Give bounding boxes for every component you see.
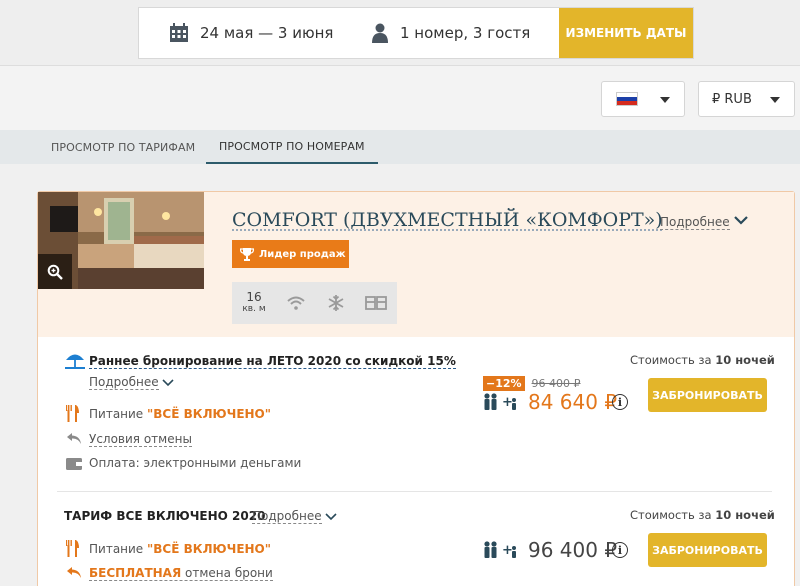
currency-select[interactable]: ₽ RUB <box>698 81 795 117</box>
tab-by-rooms[interactable]: ПРОСМОТР ПО НОМЕРАМ <box>206 130 378 164</box>
info-icon[interactable]: i <box>612 542 628 558</box>
rate-1-more-link[interactable]: Подробнее <box>89 375 159 390</box>
rate-1-book-button[interactable]: ЗАБРОНИРОВАТЬ <box>648 378 767 412</box>
room-photo[interactable] <box>38 192 204 289</box>
fork-knife-icon <box>66 540 79 557</box>
wallet-icon <box>66 458 82 470</box>
rate-1-meal-value: "ВСЁ ВКЛЮЧЕНО" <box>147 407 272 421</box>
room-more-link[interactable]: Подробнее <box>660 215 730 230</box>
rate-1-cancel-link[interactable]: Условия отмены <box>89 432 192 447</box>
rate-2-more-link[interactable]: Подробнее <box>252 509 322 524</box>
calendar-icon <box>170 23 188 42</box>
guests-field[interactable]: 1 номер, 3 гостя <box>371 8 561 58</box>
dates-field[interactable]: 24 мая — 3 июня <box>139 8 371 58</box>
fork-knife-icon <box>66 405 79 422</box>
trophy-icon <box>240 248 254 261</box>
rate-2-cancel-link[interactable]: БЕСПЛАТНАЯ отмена брони <box>89 566 273 581</box>
rate-2-plus: + <box>502 543 513 558</box>
chevron-down-icon <box>770 97 780 103</box>
rate-1-discount-badge: −12% <box>483 376 525 391</box>
info-icon[interactable]: i <box>612 394 628 410</box>
amenities: 16 кв. м <box>232 282 397 324</box>
search-band: 24 мая — 3 июня 1 номер, 3 гостя ИЗМЕНИТ… <box>0 0 800 66</box>
change-dates-button[interactable]: ИЗМЕНИТЬ ДАТЫ <box>559 8 693 58</box>
rate-1-meal: Питание "ВСЁ ВКЛЮЧЕНО" <box>89 407 271 421</box>
rate-2-cost-nights: 10 ночей <box>715 508 775 522</box>
language-select[interactable] <box>601 81 685 117</box>
rate-2-price: 96 400 ₽ <box>528 538 618 562</box>
currency-value: ₽ RUB <box>712 91 752 107</box>
rate-1-old-price: 96 400 ₽ <box>531 377 581 390</box>
rate-2-meal-value: "ВСЁ ВКЛЮЧЕНО" <box>147 542 272 556</box>
bestseller-badge: Лидер продаж <box>232 240 349 268</box>
rate-2-meal: Питание "ВСЁ ВКЛЮЧЕНО" <box>89 542 271 556</box>
room-header: COMFORT (ДВУХМЕСТНЫЙ «КОМФОРТ») Подробне… <box>38 192 794 337</box>
rate-1-price: 84 640 ₽ <box>528 390 618 414</box>
rate-2-cancel-rest: отмена брони <box>185 566 273 580</box>
rate-separator <box>57 491 772 492</box>
rate-1-discount-row: −12% 96 400 ₽ <box>483 376 581 391</box>
guests-occupancy-icon <box>484 541 516 558</box>
area-unit: кв. м <box>242 304 266 314</box>
rate-1-more[interactable]: Подробнее <box>89 375 174 390</box>
bestseller-text: Лидер продаж <box>259 248 346 260</box>
rate-1-cost-label: Стоимость за 10 ночей <box>630 353 775 367</box>
rate-1-payment: Оплата: электронными деньгами <box>89 456 302 470</box>
rate-1-name[interactable]: Раннее бронирование на ЛЕТО 2020 со скид… <box>89 354 456 369</box>
guests-text: 1 номер, 3 гостя <box>400 24 531 42</box>
rate-2-name: ТАРИФ ВСЕ ВКЛЮЧЕНО 2020 <box>64 509 266 523</box>
undo-arrow-icon <box>67 567 81 578</box>
rate-2-book-button[interactable]: ЗАБРОНИРОВАТЬ <box>648 533 767 567</box>
room-title[interactable]: COMFORT (ДВУХМЕСТНЫЙ «КОМФОРТ») <box>232 209 663 231</box>
rate-2-cost-prefix: Стоимость за <box>630 508 712 522</box>
russia-flag-icon <box>616 92 638 106</box>
zoom-button[interactable] <box>38 254 72 289</box>
rate-2-cost-label: Стоимость за 10 ночей <box>630 508 775 522</box>
twin-beds-icon <box>365 296 387 310</box>
rate-2-cancel-bold: БЕСПЛАТНАЯ <box>89 566 182 580</box>
rate-1-plus: + <box>502 395 513 410</box>
wifi-icon <box>287 296 305 310</box>
snowflake-icon <box>328 295 344 311</box>
selectors-row: ₽ RUB <box>0 66 800 130</box>
area-value: 16 <box>246 290 262 304</box>
rate-2-meal-prefix: Питание <box>89 542 144 556</box>
person-icon <box>372 23 388 43</box>
chevron-down-icon[interactable] <box>733 214 749 226</box>
search-bar: 24 мая — 3 июня 1 номер, 3 гостя ИЗМЕНИТ… <box>138 7 694 59</box>
undo-arrow-icon <box>67 433 81 444</box>
chevron-down-icon <box>162 379 174 387</box>
guests-occupancy-icon <box>484 393 516 410</box>
room-area: 16 кв. м <box>232 291 276 315</box>
chevron-down-icon <box>660 97 670 103</box>
dates-text: 24 мая — 3 июня <box>200 24 334 42</box>
rate-1-cost-nights: 10 ночей <box>715 353 775 367</box>
chevron-down-icon <box>325 513 337 521</box>
rate-1-cost-prefix: Стоимость за <box>630 353 712 367</box>
rate-1-meal-prefix: Питание <box>89 407 144 421</box>
view-tabs: ПРОСМОТР ПО ТАРИФАМ ПРОСМОТР ПО НОМЕРАМ <box>0 130 800 164</box>
tab-by-rates[interactable]: ПРОСМОТР ПО ТАРИФАМ <box>51 130 195 164</box>
rate-2-more[interactable]: Подробнее <box>252 509 337 524</box>
magnifier-icon <box>47 264 63 280</box>
beach-umbrella-icon <box>65 354 85 369</box>
